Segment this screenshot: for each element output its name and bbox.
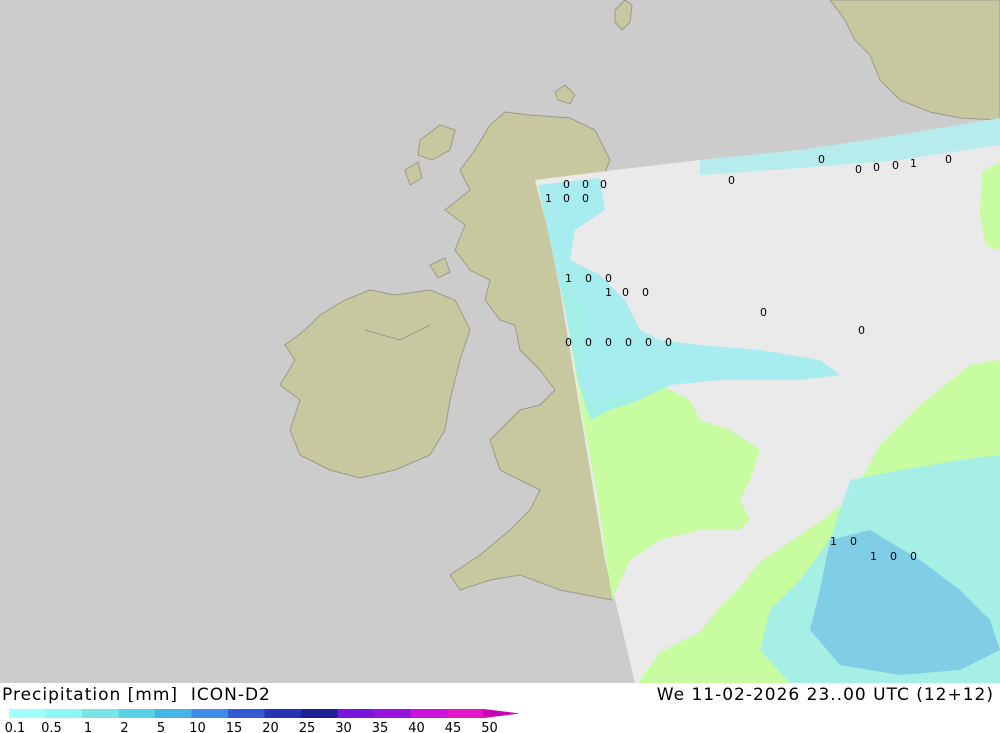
legend-label: 0.1 xyxy=(5,721,26,733)
precip-label: 1 xyxy=(565,272,572,285)
precip-label: 0 xyxy=(892,159,899,172)
legend-color-swatch xyxy=(301,709,338,718)
legend-label: 1 xyxy=(84,721,92,733)
precip-label: 1 xyxy=(870,550,877,563)
precip-label: 0 xyxy=(728,174,735,187)
legend-label: 2 xyxy=(120,721,128,733)
precip-label: 0 xyxy=(945,153,952,166)
precip-label: 0 xyxy=(582,178,589,191)
legend-label: 5 xyxy=(157,721,165,733)
legend-label: 10 xyxy=(189,721,206,733)
legend-label: 20 xyxy=(262,721,279,733)
precip-label: 0 xyxy=(910,550,917,563)
precip-label: 0 xyxy=(585,272,592,285)
precip-label: 0 xyxy=(605,272,612,285)
legend-color-swatch xyxy=(483,709,520,718)
precip-label: 0 xyxy=(600,178,607,191)
legend-color-swatch xyxy=(82,709,119,718)
precip-label: 0 xyxy=(858,324,865,337)
precip-label: 0 xyxy=(565,336,572,349)
precip-label: 1 xyxy=(605,286,612,299)
valid-time: We 11-02-2026 23..00 UTC (12+12) xyxy=(656,685,994,705)
precip-label: 0 xyxy=(605,336,612,349)
precip-label: 0 xyxy=(665,336,672,349)
legend-color-swatch xyxy=(155,709,192,718)
precip-label: 1 xyxy=(545,192,552,205)
legend-label: 15 xyxy=(226,721,243,733)
precip-label: 0 xyxy=(585,336,592,349)
precip-label: 0 xyxy=(563,178,570,191)
legend-color-swatch xyxy=(9,709,46,718)
legend-label: 25 xyxy=(299,721,316,733)
precip-label: 0 xyxy=(873,161,880,174)
legend-label: 35 xyxy=(372,721,389,733)
precip-label: 1 xyxy=(910,157,917,170)
precip-label: 0 xyxy=(563,192,570,205)
precip-label: 0 xyxy=(642,286,649,299)
legend-color-swatch xyxy=(264,709,301,718)
precip-label: 0 xyxy=(645,336,652,349)
legend-color-swatch xyxy=(228,709,265,718)
legend-color-swatch xyxy=(447,709,484,718)
precip-label: 0 xyxy=(818,153,825,166)
legend-label: 40 xyxy=(408,721,425,733)
legend-color-swatch xyxy=(191,709,228,718)
precip-label: 0 xyxy=(850,535,857,548)
legend-label: 30 xyxy=(335,721,352,733)
legend-label: 45 xyxy=(445,721,462,733)
precip-label: 0 xyxy=(622,286,629,299)
legend-color-swatch xyxy=(374,709,411,718)
precip-label: 0 xyxy=(625,336,632,349)
legend-label: 0.5 xyxy=(41,721,62,733)
map-title: Precipitation [mm] ICON-D2 xyxy=(2,685,271,705)
precip-label: 0 xyxy=(582,192,589,205)
legend-color-swatch xyxy=(410,709,447,718)
precip-label: 0 xyxy=(890,550,897,563)
precip-label: 0 xyxy=(855,163,862,176)
legend-color-swatch xyxy=(45,709,82,718)
legend-color-swatch xyxy=(337,709,374,718)
color-scale-legend: 0.1 0.5 1 2 5 10 15 20 25 30 35 40 45 50 xyxy=(5,709,520,733)
legend-label: 50 xyxy=(481,721,498,733)
precip-label: 1 xyxy=(830,535,837,548)
precipitation-map: 0 0 0 1 0 0 0 1 0 0 1 0 0 0 0 0 0 0 0 0 … xyxy=(0,0,1000,683)
precip-label: 0 xyxy=(760,306,767,319)
legend-color-swatch xyxy=(118,709,155,718)
map-footer: Precipitation [mm] ICON-D2 We 11-02-2026… xyxy=(0,683,1000,733)
